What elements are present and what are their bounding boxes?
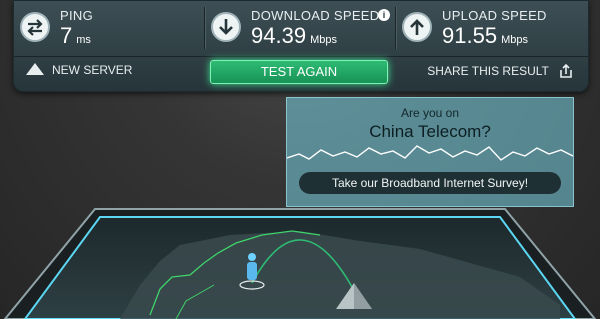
triangle-icon xyxy=(26,63,44,75)
share-label: SHARE THIS RESULT xyxy=(427,64,549,78)
results-panel: PING 7 ms DOWNLOAD SPEED 94.39 Mbps i UPLO… xyxy=(13,0,589,92)
survey-question-line1: Are you on xyxy=(400,106,460,120)
download-value: 94.39 xyxy=(251,23,307,48)
test-again-button[interactable]: TEST AGAIN xyxy=(210,60,388,84)
upload-stat: UPLOAD SPEED 91.55 Mbps xyxy=(396,1,586,53)
download-unit: Mbps xyxy=(310,34,337,46)
upload-label: UPLOAD SPEED xyxy=(442,8,547,23)
info-icon[interactable]: i xyxy=(378,9,390,21)
ping-label: PING xyxy=(60,8,93,23)
share-icon xyxy=(560,63,572,78)
new-server-button[interactable]: NEW SERVER xyxy=(26,63,132,77)
new-server-label: NEW SERVER xyxy=(52,63,133,77)
survey-button[interactable]: Take our Broadband Internet Survey! xyxy=(299,172,561,194)
upload-arrow-icon xyxy=(402,12,432,42)
upload-unit: Mbps xyxy=(501,34,528,46)
ping-stat: PING 7 ms xyxy=(14,1,204,53)
ping-value-line: 7 ms xyxy=(60,23,91,49)
download-value-line: 94.39 Mbps xyxy=(251,23,337,49)
action-bar: NEW SERVER TEST AGAIN SHARE THIS RESULT xyxy=(14,56,588,87)
swap-arrows-icon xyxy=(20,12,50,42)
download-arrow-icon xyxy=(211,12,241,42)
upload-value-line: 91.55 Mbps xyxy=(442,23,528,49)
ping-unit: ms xyxy=(76,34,91,46)
wave-line-graphic xyxy=(287,145,573,161)
ping-value: 7 xyxy=(60,23,73,48)
download-stat: DOWNLOAD SPEED 94.39 Mbps i xyxy=(205,1,395,53)
share-result-button[interactable]: SHARE THIS RESULT xyxy=(427,63,574,79)
speedtest-window: PING 7 ms DOWNLOAD SPEED 94.39 Mbps i UPLO… xyxy=(0,0,600,319)
survey-banner[interactable]: Are you on China Telecom? Take our Broad… xyxy=(286,97,574,207)
map-view xyxy=(3,208,597,319)
upload-value: 91.55 xyxy=(442,23,498,48)
download-label: DOWNLOAD SPEED xyxy=(251,8,380,23)
